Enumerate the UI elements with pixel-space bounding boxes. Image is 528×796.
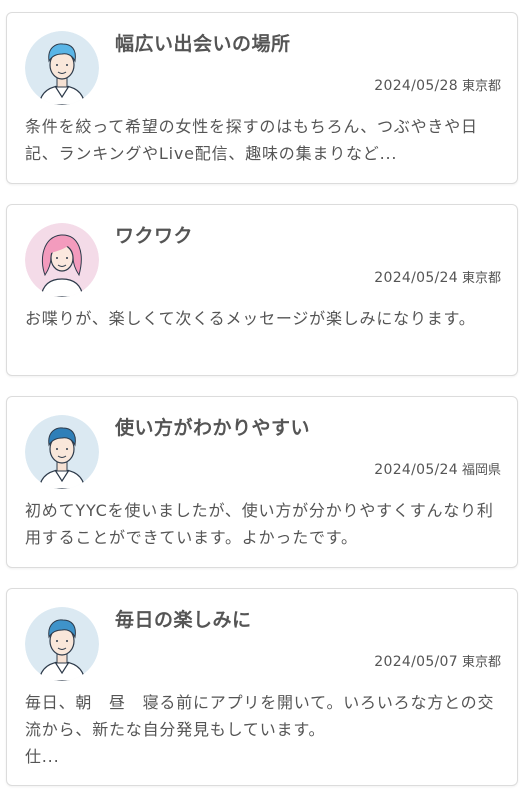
review-prefecture: 東京都 — [461, 79, 501, 94]
review-card[interactable]: 幅広い出会いの場所 2024/05/28 東京都 条件を絞って希望の女性を探すのは… — [6, 12, 518, 184]
review-title: 幅広い出会いの場所 — [115, 33, 291, 55]
review-date: 2024/05/24 — [374, 462, 458, 478]
review-title: 毎日の楽しみに — [115, 609, 252, 631]
review-meta: 2024/05/28 東京都 — [374, 75, 501, 94]
review-title: ワクワク — [115, 225, 194, 247]
review-date: 2024/05/28 — [374, 78, 458, 94]
male-avatar-icon — [25, 607, 99, 681]
review-meta: 2024/05/24 東京都 — [374, 267, 501, 286]
review-body: 毎日、朝 昼 寝る前にアプリを開いて。いろいろな方との交流から、新たな自分発見も… — [25, 693, 495, 766]
review-meta: 2024/05/07 東京都 — [374, 651, 501, 670]
male-avatar-icon — [25, 31, 99, 105]
review-card[interactable]: 使い方がわかりやすい 2024/05/24 福岡県 初めてYYCを使いましたが、使… — [6, 396, 518, 568]
review-meta: 2024/05/24 福岡県 — [374, 459, 501, 478]
review-prefecture: 福岡県 — [461, 463, 501, 478]
review-prefecture: 東京都 — [461, 271, 501, 286]
review-title: 使い方がわかりやすい — [115, 417, 311, 439]
review-body: 条件を絞って希望の女性を探すのはもちろん、つぶやきや日記、ランキングやLive配… — [25, 117, 478, 163]
review-card[interactable]: 毎日の楽しみに 2024/05/07 東京都 毎日、朝 昼 寝る前にアプリを開いて… — [6, 588, 518, 786]
review-card[interactable]: ワクワク 2024/05/24 東京都 お喋りが、楽しくて次くるメッセージが楽しみ… — [6, 204, 518, 376]
female-avatar-icon — [25, 223, 99, 297]
review-body: お喋りが、楽しくて次くるメッセージが楽しみになります。 — [25, 309, 476, 328]
review-body: 初めてYYCを使いましたが、使い方が分かりやすくすんなり利用することができていま… — [25, 501, 494, 547]
review-prefecture: 東京都 — [461, 655, 501, 670]
male-avatar-icon — [25, 415, 99, 489]
review-date: 2024/05/07 — [374, 654, 458, 670]
review-date: 2024/05/24 — [374, 270, 458, 286]
